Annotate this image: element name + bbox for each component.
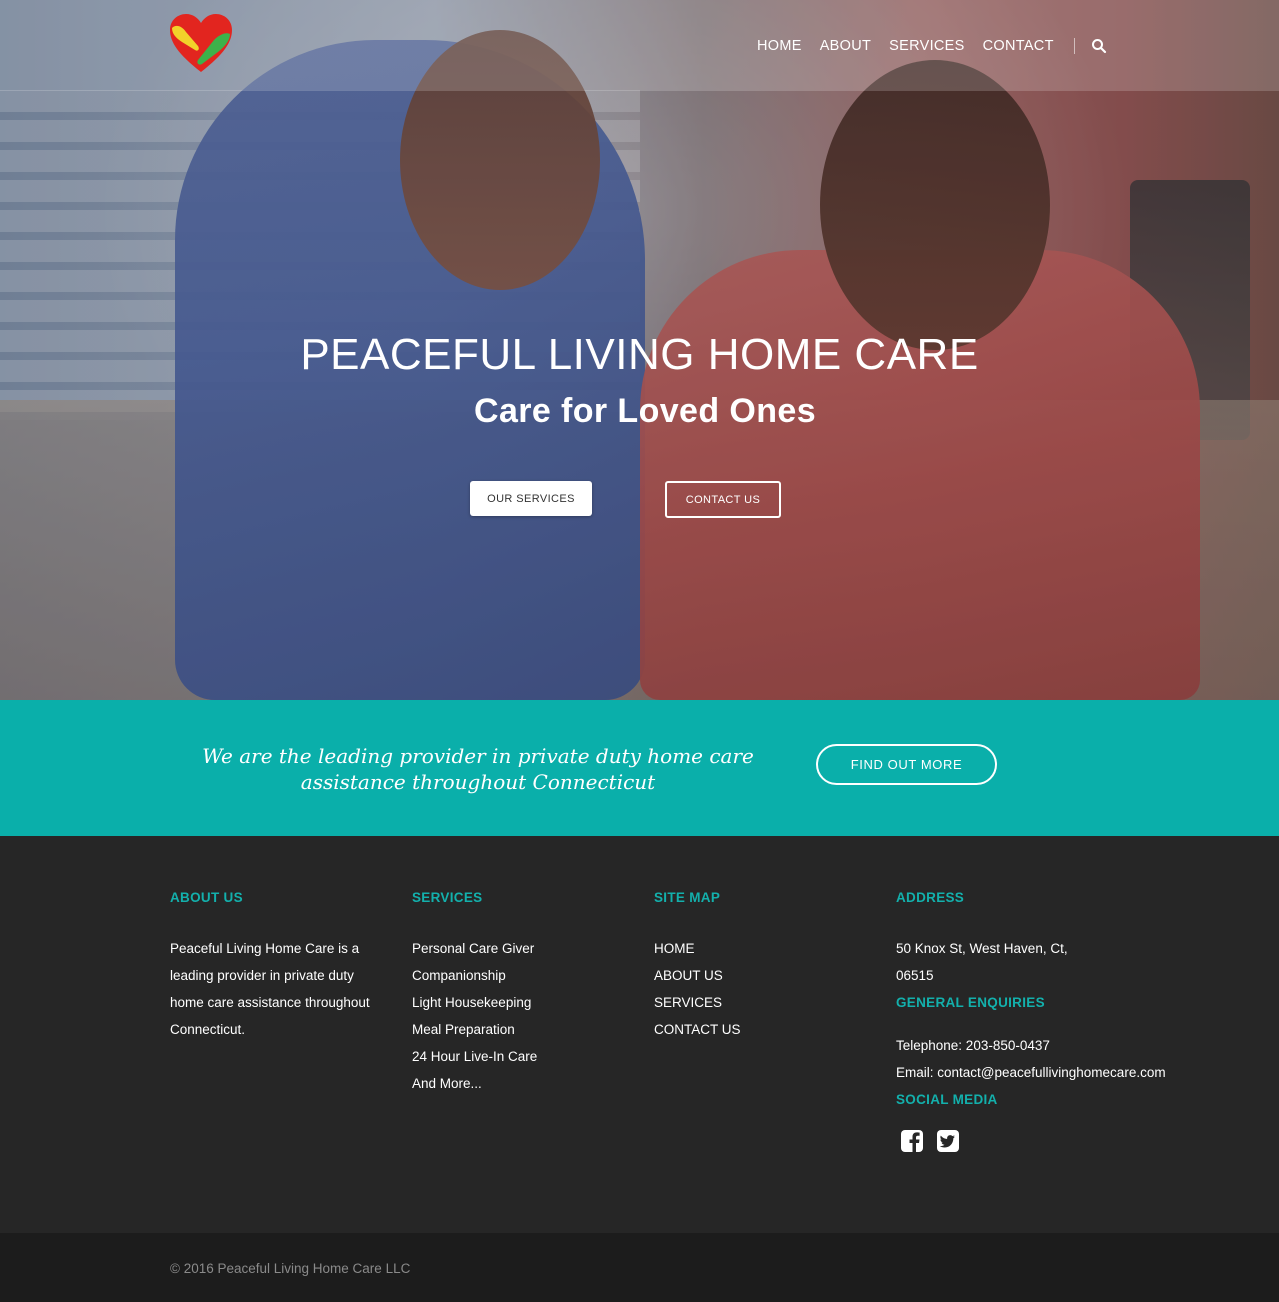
list-item: Companionship: [412, 968, 506, 983]
facebook-icon[interactable]: [900, 1129, 924, 1153]
twitter-icon[interactable]: [936, 1129, 960, 1153]
sitemap-link-about[interactable]: ABOUT US: [654, 962, 854, 989]
hero-section: HOME ABOUT SERVICES CONTACT PEACEFUL LIV…: [0, 0, 1279, 700]
callout-band: We are the leading provider in private d…: [0, 700, 1279, 836]
nav-divider: [1073, 38, 1075, 54]
footer-services-column: SERVICES Personal Care Giver Companionsh…: [412, 890, 612, 1097]
footer-about-column: ABOUT US Peaceful Living Home Care is a …: [170, 890, 385, 1043]
contact-us-button[interactable]: CONTACT US: [665, 481, 781, 518]
footer-bottom-bar: © 2016 Peaceful Living Home Care LLC: [0, 1233, 1279, 1302]
heart-hands-logo-icon[interactable]: [168, 12, 234, 76]
nav-about[interactable]: ABOUT: [820, 38, 871, 54]
sitemap-link-contact[interactable]: CONTACT US: [654, 1016, 854, 1043]
list-item: 24 Hour Live-In Care: [412, 1049, 538, 1064]
nav-services[interactable]: SERVICES: [889, 38, 964, 54]
address-line-1: 50 Knox St, West Haven, Ct,: [896, 941, 1068, 956]
hero-subtitle: Care for Loved Ones: [473, 392, 817, 430]
footer-address-column: ADDRESS 50 Knox St, West Haven, Ct, 0651…: [896, 890, 1196, 1153]
list-item: Light Housekeeping: [412, 995, 532, 1010]
site-footer: ABOUT US Peaceful Living Home Care is a …: [0, 836, 1279, 1233]
footer-sitemap-column: SITE MAP HOME ABOUT US SERVICES CONTACT …: [654, 890, 854, 1043]
search-icon[interactable]: [1091, 38, 1107, 54]
our-services-button[interactable]: OUR SERVICES: [470, 481, 592, 516]
main-nav: HOME ABOUT SERVICES CONTACT: [757, 38, 1107, 54]
callout-text: We are the leading provider in private d…: [202, 744, 754, 794]
social-links: [896, 1129, 1196, 1153]
footer-services-heading: SERVICES: [412, 890, 483, 905]
general-enquiries-heading: GENERAL ENQUIRIES: [896, 995, 1045, 1010]
list-item: Personal Care Giver: [412, 941, 535, 956]
hero-title: PEACEFUL LIVING HOME CARE: [300, 330, 979, 379]
footer-address-heading: ADDRESS: [896, 890, 965, 905]
nav-home[interactable]: HOME: [757, 38, 802, 54]
nav-contact[interactable]: CONTACT: [983, 38, 1054, 54]
footer-sitemap-list: HOME ABOUT US SERVICES CONTACT US: [654, 935, 854, 1043]
footer-services-list: Personal Care Giver Companionship Light …: [412, 935, 612, 1097]
list-item: And More...: [412, 1076, 482, 1091]
top-navigation-bar: HOME ABOUT SERVICES CONTACT: [0, 0, 1279, 91]
telephone-text: Telephone: 203-850-0437: [896, 1038, 1050, 1053]
sitemap-link-home[interactable]: HOME: [654, 935, 854, 962]
social-media-heading: SOCIAL MEDIA: [896, 1092, 998, 1107]
sitemap-link-services[interactable]: SERVICES: [654, 989, 854, 1016]
find-out-more-button[interactable]: FIND OUT MORE: [816, 744, 997, 785]
address-line-2: 06515: [896, 968, 934, 983]
footer-sitemap-heading: SITE MAP: [654, 890, 721, 905]
email-text: Email: contact@peacefullivinghomecare.co…: [896, 1065, 1166, 1080]
footer-about-text: Peaceful Living Home Care is a leading p…: [170, 941, 370, 1037]
copyright-text: © 2016 Peaceful Living Home Care LLC: [170, 1261, 411, 1276]
footer-about-heading: ABOUT US: [170, 890, 243, 905]
list-item: Meal Preparation: [412, 1022, 515, 1037]
